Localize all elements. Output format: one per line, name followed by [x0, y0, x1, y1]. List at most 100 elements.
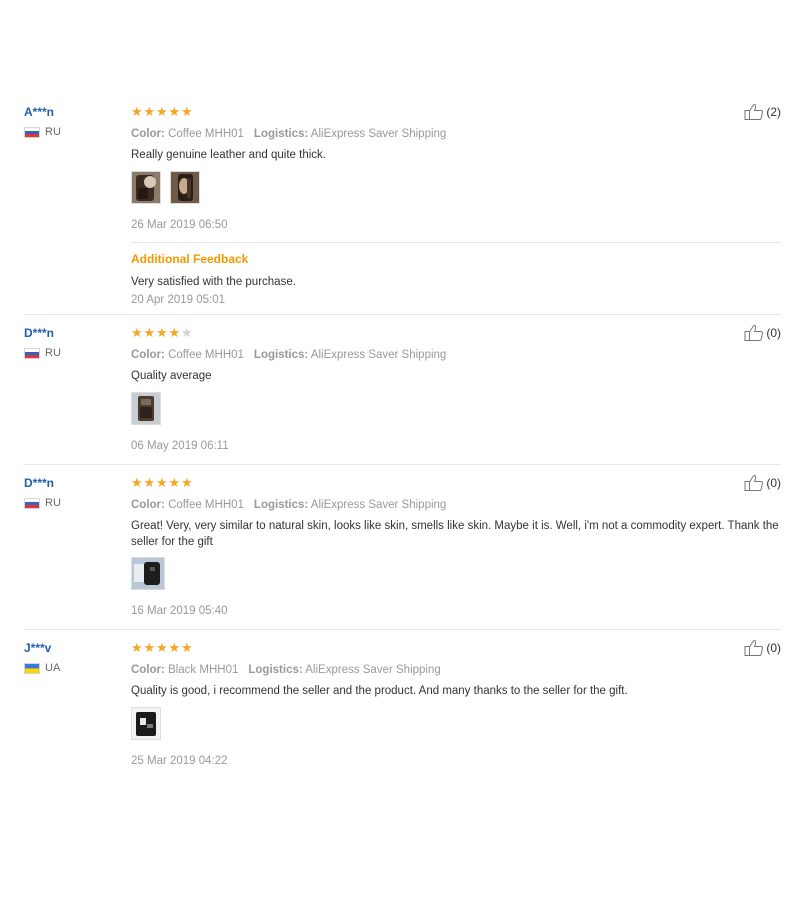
- review-photo-thumbnail[interactable]: [131, 170, 161, 204]
- review-content: ★ ★ ★ ★ ★ Color: Coffee MHH01 Logistics: AliE…: [131, 105, 781, 307]
- star-icon: ★: [168, 325, 181, 340]
- star-rating: ★ ★ ★ ★ ★: [131, 105, 781, 118]
- star-icon: ★: [168, 640, 181, 655]
- review-photos: [131, 557, 781, 590]
- reviewer-info: J***v UA: [24, 641, 124, 675]
- review-date: 25 Mar 2019 04:22: [131, 754, 228, 767]
- color-value: Coffee MHH01: [168, 128, 244, 140]
- country-code: RU: [45, 126, 61, 138]
- star-icon: ★: [181, 475, 193, 490]
- additional-feedback: Additional Feedback Very satisfied with …: [131, 241, 781, 308]
- country-code: RU: [45, 497, 61, 509]
- country-code: UA: [45, 662, 61, 674]
- color-label: Color:: [131, 349, 165, 361]
- helpful-count: (0): [766, 326, 781, 340]
- review-date: 16 Mar 2019 05:40: [131, 605, 228, 617]
- color-value: Coffee MHH01: [168, 499, 244, 511]
- helpful-count: (0): [766, 641, 781, 655]
- feedback-list: A***n RU ★ ★ ★ ★ ★ Color: Coffee MHH01 Logist…: [0, 0, 800, 900]
- review-text: Quality average: [131, 370, 212, 382]
- star-icon: ★: [131, 475, 143, 490]
- review-meta: Color: Coffee MHH01 Logistics: AliExpress…: [131, 498, 781, 512]
- star-icon: ★: [156, 325, 168, 340]
- country-code: RU: [45, 347, 61, 359]
- thumbs-up-icon: [744, 103, 764, 121]
- additional-feedback-title: Additional Feedback: [131, 251, 249, 266]
- reviewer-name[interactable]: A***n: [24, 105, 124, 119]
- review-item: D***n RU ★ ★ ★ ★ ★ Color: Coffee MHH01 Logist…: [24, 324, 781, 465]
- star-rating: ★ ★ ★ ★ ★: [131, 476, 781, 489]
- logistics-label: Logistics:: [248, 664, 303, 676]
- review-text: Quality is good, i recommend the seller …: [131, 685, 628, 697]
- helpful-count: (0): [766, 476, 781, 490]
- review-photos: [131, 706, 781, 740]
- reviewer-name[interactable]: J***v: [24, 641, 124, 655]
- review-content: ★ ★ ★ ★ ★ Color: Coffee MHH01 Logistics: AliE…: [131, 326, 781, 453]
- review-date: 26 Mar 2019 06:50: [131, 218, 228, 231]
- color-label: Color:: [131, 664, 165, 676]
- logistics-value: AliExpress Saver Shipping: [310, 499, 447, 511]
- review-text: Really genuine leather and quite thick.: [131, 149, 326, 161]
- logistics-label: Logistics:: [253, 128, 309, 140]
- russia-flag-icon: [24, 497, 40, 509]
- star-icon: ★: [143, 640, 156, 655]
- review-item: A***n RU ★ ★ ★ ★ ★ Color: Coffee MHH01 Logist…: [24, 103, 781, 315]
- thumbs-up-icon: [744, 324, 764, 342]
- star-icon: ★: [156, 475, 168, 490]
- helpful-button[interactable]: (2): [744, 103, 781, 121]
- color-value: Coffee MHH01: [168, 349, 244, 361]
- logistics-value: AliExpress Saver Shipping: [305, 664, 441, 676]
- star-icon: ★: [168, 104, 181, 119]
- review-content: ★ ★ ★ ★ ★ Color: Coffee MHH01 Logistics: AliE…: [131, 476, 781, 618]
- reviewer-country: UA: [24, 661, 124, 675]
- star-rating: ★ ★ ★ ★ ★: [131, 641, 781, 654]
- star-icon: ★: [181, 640, 193, 655]
- review-photos: [131, 391, 781, 425]
- helpful-button[interactable]: (0): [744, 474, 781, 492]
- star-icon: ★: [181, 325, 193, 340]
- logistics-label: Logistics:: [253, 349, 309, 361]
- review-meta: Color: Coffee MHH01 Logistics: AliExpress…: [131, 348, 781, 362]
- additional-feedback-date: 20 Apr 2019 05:01: [131, 294, 225, 306]
- star-icon: ★: [168, 475, 181, 490]
- reviewer-country: RU: [24, 346, 124, 360]
- star-rating: ★ ★ ★ ★ ★: [131, 326, 781, 339]
- reviewer-country: RU: [24, 125, 124, 139]
- review-content: ★ ★ ★ ★ ★ Color: Black MHH01 Logistics: AliEx…: [131, 641, 781, 768]
- star-icon: ★: [131, 640, 143, 655]
- helpful-button[interactable]: (0): [744, 639, 781, 657]
- logistics-value: AliExpress Saver Shipping: [310, 128, 447, 140]
- reviewer-name[interactable]: D***n: [24, 326, 124, 340]
- star-icon: ★: [181, 104, 193, 119]
- russia-flag-icon: [24, 347, 40, 359]
- logistics-label: Logistics:: [253, 499, 309, 511]
- ukraine-flag-icon: [24, 662, 40, 674]
- review-photo-thumbnail[interactable]: [131, 557, 165, 590]
- helpful-button[interactable]: (0): [744, 324, 781, 342]
- helpful-count: (2): [766, 105, 781, 119]
- review-photo-thumbnail[interactable]: [170, 170, 200, 204]
- review-meta: Color: Coffee MHH01 Logistics: AliExpress…: [131, 127, 781, 141]
- star-icon: ★: [131, 325, 143, 340]
- color-label: Color:: [131, 128, 165, 140]
- star-icon: ★: [156, 640, 168, 655]
- reviewer-name[interactable]: D***n: [24, 476, 124, 490]
- star-icon: ★: [143, 325, 156, 340]
- review-photo-thumbnail[interactable]: [131, 706, 161, 740]
- star-icon: ★: [131, 104, 143, 119]
- review-item: J***v UA ★ ★ ★ ★ ★ Color: Black MHH01 Logisti…: [24, 639, 781, 771]
- russia-flag-icon: [24, 126, 40, 138]
- color-value: Black MHH01: [168, 664, 239, 676]
- star-icon: ★: [143, 475, 156, 490]
- star-icon: ★: [143, 104, 156, 119]
- logistics-value: AliExpress Saver Shipping: [310, 349, 447, 361]
- reviewer-country: RU: [24, 496, 124, 510]
- star-icon: ★: [156, 104, 168, 119]
- reviewer-info: D***n RU: [24, 326, 124, 360]
- thumbs-up-icon: [744, 474, 764, 492]
- review-item: D***n RU ★ ★ ★ ★ ★ Color: Coffee MHH01 Logist…: [24, 474, 781, 630]
- color-label: Color:: [131, 499, 165, 511]
- reviewer-info: A***n RU: [24, 105, 124, 139]
- review-photos: [131, 170, 781, 204]
- review-photo-thumbnail[interactable]: [131, 391, 161, 425]
